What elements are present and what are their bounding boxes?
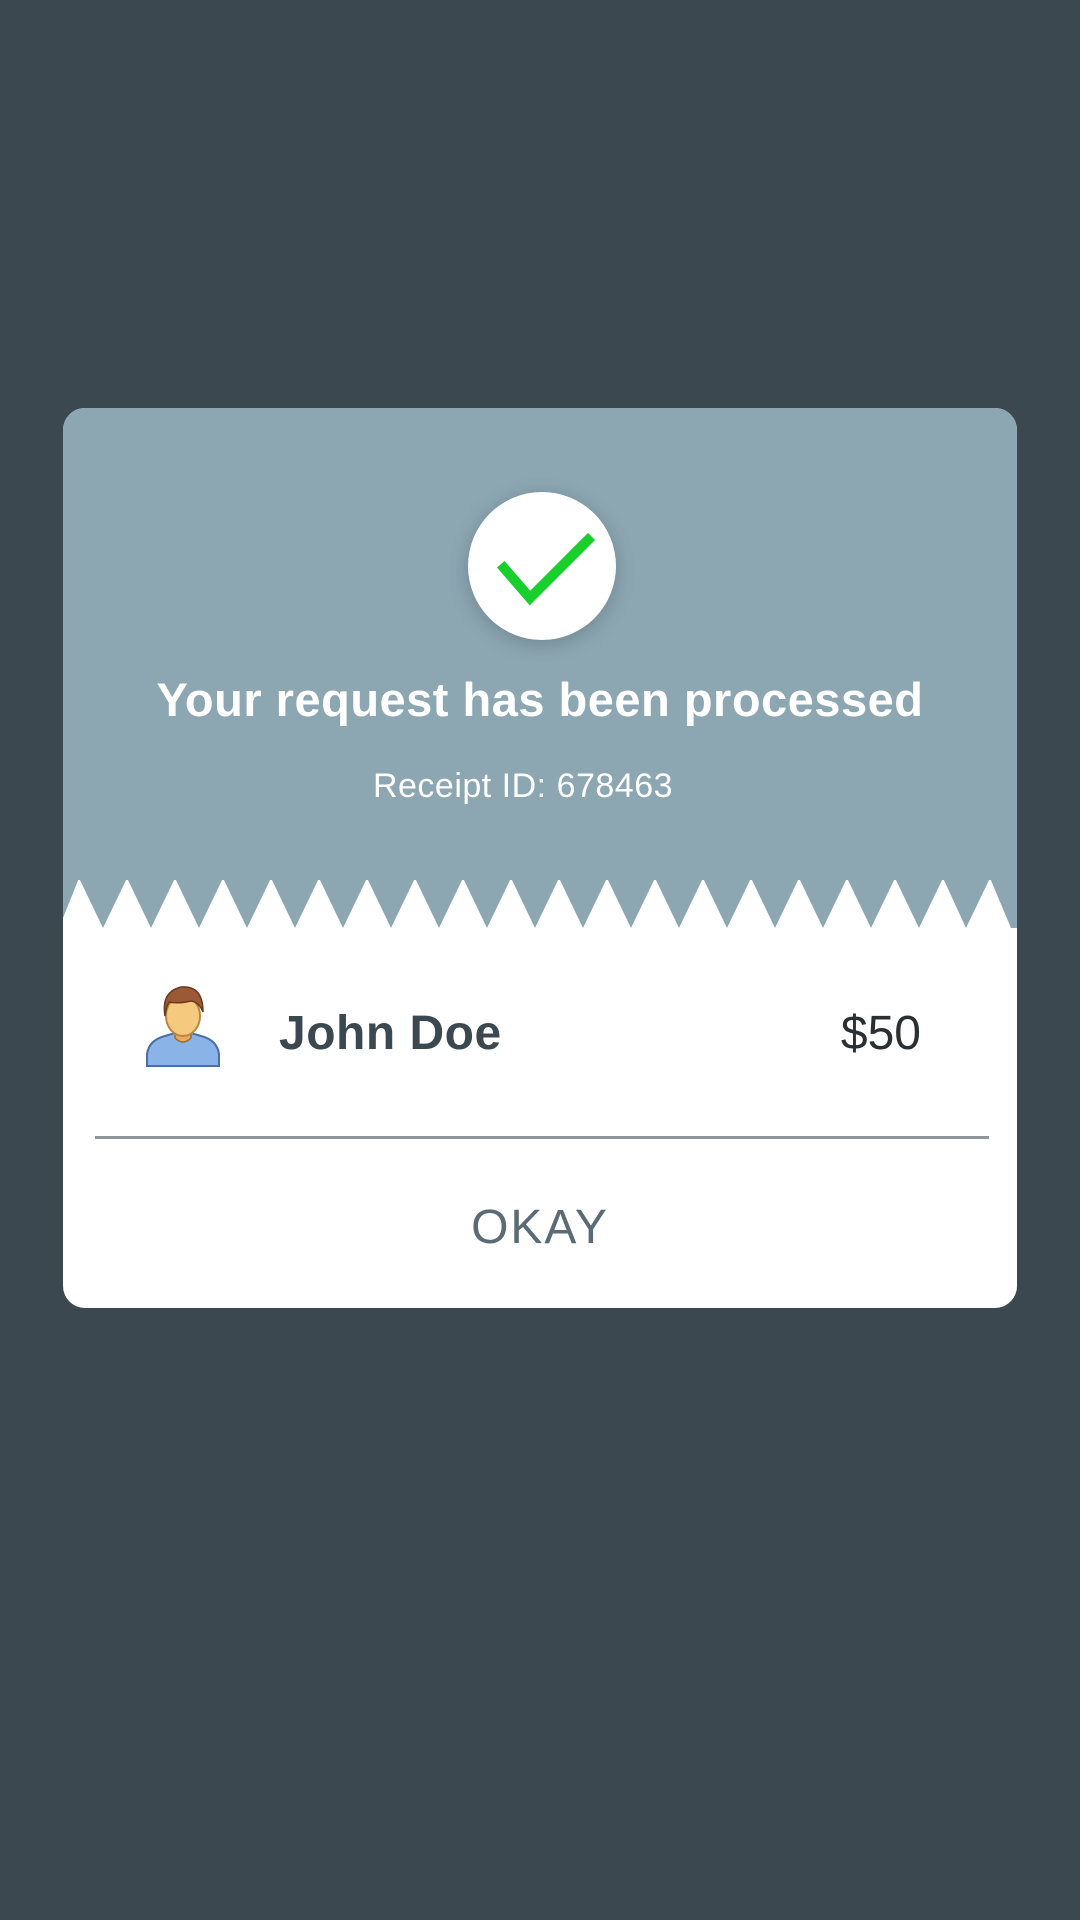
divider [95, 1136, 989, 1139]
receipt-dialog: Your request has been processed Receipt … [63, 408, 1017, 1308]
recipient-name: John Doe [279, 1007, 502, 1060]
zigzag-edge [63, 878, 1017, 928]
success-badge [468, 492, 616, 640]
checkmark-icon [496, 532, 596, 606]
okay-button[interactable]: OKAY [63, 1178, 1017, 1278]
user-avatar-icon [145, 982, 221, 1068]
transaction-amount: $50 [840, 1007, 921, 1060]
dialog-header [63, 408, 1017, 880]
dialog-title: Your request has been processed [156, 673, 924, 726]
receipt-id: Receipt ID: 678463 [372, 767, 674, 805]
